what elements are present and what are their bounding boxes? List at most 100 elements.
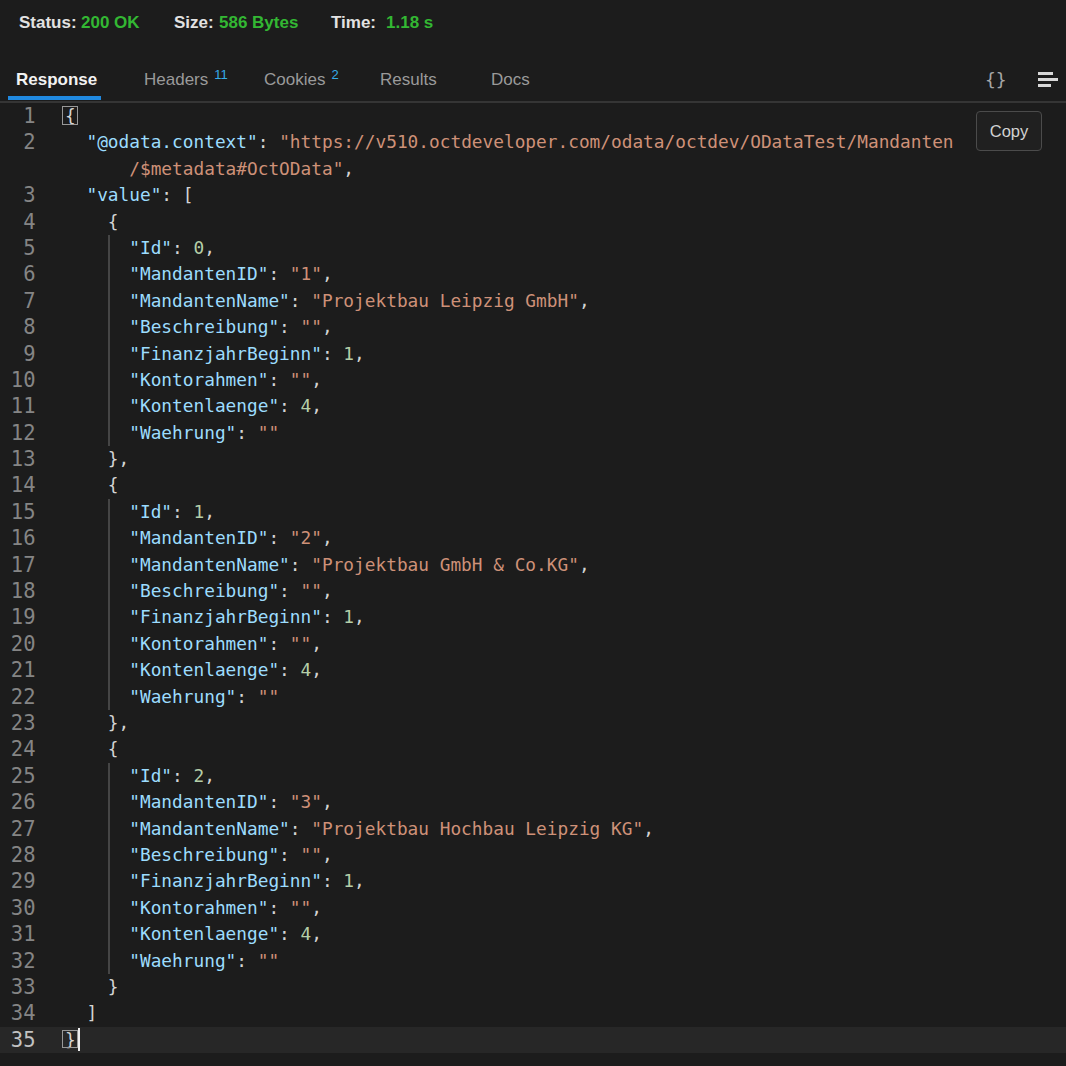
code-line-content: "Waehrung": "" [65,420,279,446]
size-value: 586 Bytes [219,13,298,33]
tab-response[interactable]: Response [16,70,97,90]
code-line-content: "MandantenID": "2", [65,525,333,551]
code-token: : [236,950,257,971]
code-token [65,818,129,839]
line-number: 2 [0,129,36,155]
line-number: 33 [0,974,36,1000]
code-line-content: "MandantenName": "Projektbau Leipzig Gmb… [65,288,590,314]
code-line-content: { [65,209,119,235]
code-area[interactable]: 1{2 "@odata.context": "https://v510.octd… [0,103,1066,1066]
code-token: : [268,263,289,284]
code-token: "MandantenName" [129,818,290,839]
line-number: 1 [0,103,36,129]
code-token: "Id" [129,237,172,258]
code-token: : [268,791,289,812]
tab-headers-label: Headers [144,70,208,89]
text-cursor [78,1028,81,1051]
code-token: : [279,659,300,680]
line-number: 24 [0,736,36,762]
code-line: 30 "Kontorahmen": "", [0,895,1066,921]
code-token [65,738,108,759]
line-number: 9 [0,341,36,367]
line-number: 22 [0,684,36,710]
code-line: 27 "MandantenName": "Projektbau Hochbau … [0,816,1066,842]
line-number: 27 [0,816,36,842]
code-token: : [322,343,343,364]
tab-results[interactable]: Results [380,70,437,90]
code-token [65,712,108,733]
code-token: , [343,158,354,179]
code-token: , [322,263,333,284]
code-line: 24 { [0,736,1066,762]
line-number: 15 [0,499,36,525]
code-token: 1 [343,343,354,364]
code-token [65,1002,86,1023]
code-token [65,158,129,179]
code-token [65,950,129,971]
tab-headers[interactable]: Headers11 [144,70,228,90]
menu-icon[interactable] [1038,72,1059,88]
code-line: 34 ] [0,1000,1066,1026]
line-number: 3 [0,182,36,208]
code-line-content: "Kontenlaenge": 4, [65,657,322,683]
code-line: 14 { [0,472,1066,498]
code-line: 6 "MandantenID": "1", [0,261,1066,287]
code-token [65,765,129,786]
code-token: , [311,659,322,680]
code-line: 5 "Id": 0, [0,235,1066,261]
code-token: , [322,844,333,865]
code-token: "Waehrung" [129,422,236,443]
code-line: 15 "Id": 1, [0,499,1066,525]
code-token [65,659,129,680]
code-line-content: }, [65,446,129,472]
code-line: 11 "Kontenlaenge": 4, [0,393,1066,419]
code-line-content: "MandantenID": "3", [65,789,333,815]
code-line: 13 }, [0,446,1066,472]
code-line-content: "Beschreibung": "", [65,578,333,604]
code-token: 1 [343,606,354,627]
line-number: 8 [0,314,36,340]
line-number: 4 [0,209,36,235]
tab-docs[interactable]: Docs [491,70,530,90]
code-line-content: "value": [ [65,182,193,208]
time-label: Time: [331,13,376,33]
code-line: 35} [0,1027,1066,1053]
code-token: "MandantenName" [129,554,290,575]
code-token: "Kontorahmen" [129,897,268,918]
code-token: , [354,606,365,627]
code-line: 18 "Beschreibung": "", [0,578,1066,604]
line-number: 13 [0,446,36,472]
line-number: 28 [0,842,36,868]
code-token: "FinanzjahrBeginn" [129,343,322,364]
code-token [65,923,129,944]
tab-cookies[interactable]: Cookies2 [264,70,339,90]
code-line-content: "Beschreibung": "", [65,842,333,868]
code-token: 4 [301,923,312,944]
code-line: 3 "value": [ [0,182,1066,208]
code-token: : [268,527,289,548]
code-token [65,369,129,390]
code-token [65,448,108,469]
copy-button[interactable]: Copy [976,111,1042,151]
code-line: 1{ [0,103,1066,129]
code-token: , [322,316,333,337]
code-line-content: ] [65,1000,97,1026]
code-line-content: { [65,736,119,762]
code-token: } [108,976,119,997]
code-line-content: "Kontorahmen": "", [65,895,322,921]
format-json-icon[interactable]: {} [985,69,1007,90]
line-number: 30 [0,895,36,921]
code-line: 4 { [0,209,1066,235]
line-number: 10 [0,367,36,393]
code-token: : [322,870,343,891]
code-token: : [322,606,343,627]
code-line: 8 "Beschreibung": "", [0,314,1066,340]
code-token: "Projektbau Leipzig GmbH" [311,290,579,311]
code-token: "FinanzjahrBeginn" [129,606,322,627]
response-tab-bar: Response Headers11 Cookies2 Results Docs… [0,45,1066,101]
code-token: } [65,1029,76,1050]
code-token: "Kontorahmen" [129,369,268,390]
code-token: { [108,738,119,759]
line-number: 26 [0,789,36,815]
code-line-content: }, [65,710,129,736]
